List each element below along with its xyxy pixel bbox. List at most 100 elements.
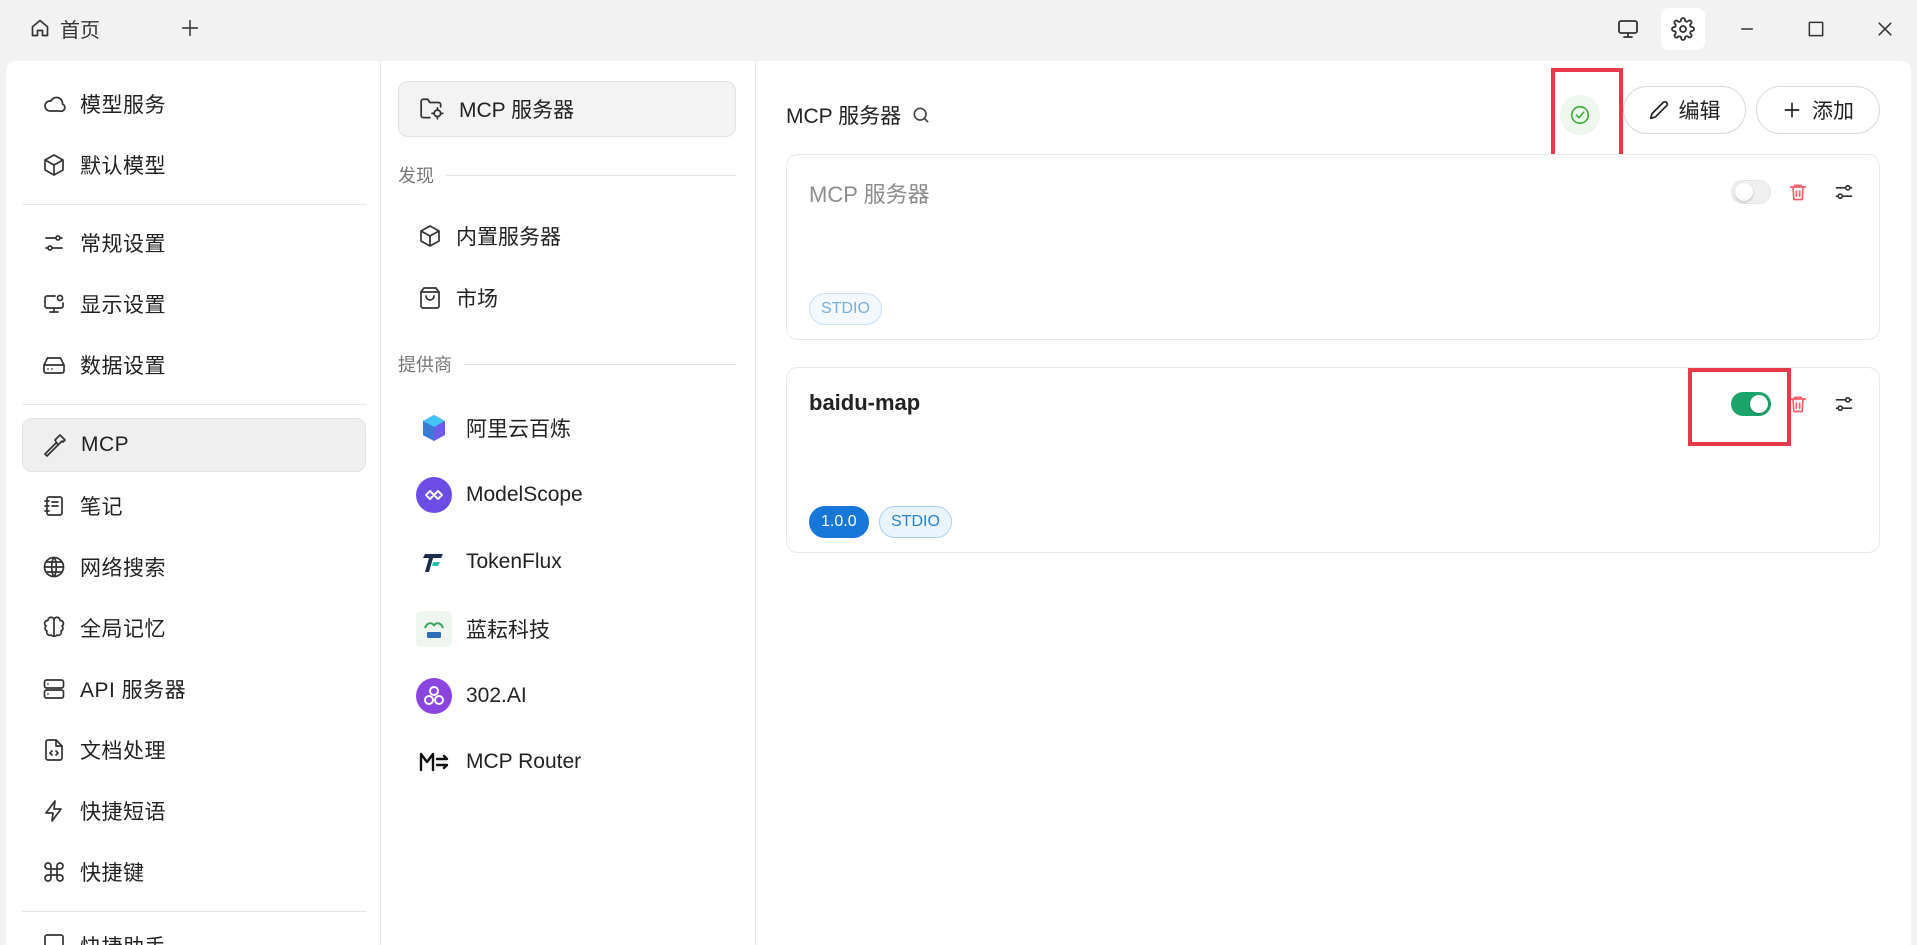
modelscope-logo-icon xyxy=(416,477,452,513)
sidebar-item-notes[interactable]: 笔记 xyxy=(22,479,366,533)
sidebar-item-label: 常规设置 xyxy=(80,233,166,256)
sidebar-item-label: 数据设置 xyxy=(80,355,166,378)
delete-server-button[interactable] xyxy=(1784,178,1812,206)
assistant-icon xyxy=(42,931,66,945)
server-card[interactable]: MCP 服务器 STDIO xyxy=(786,154,1880,340)
maximize-icon xyxy=(1806,19,1826,39)
hard-drive-icon xyxy=(42,353,66,377)
sliders-icon xyxy=(42,231,66,255)
maximize-button[interactable] xyxy=(1794,8,1838,50)
sidebar-item-label: 快捷助手 xyxy=(80,931,166,945)
market-item[interactable]: 市场 xyxy=(418,274,498,322)
sidebar-item-label: 快捷键 xyxy=(80,862,145,885)
server-enable-toggle[interactable] xyxy=(1731,180,1771,204)
search-icon[interactable] xyxy=(911,105,931,125)
cloud-icon xyxy=(42,92,66,116)
settings-sidebar: 模型服务 默认模型 常规设置 显示设置 数据设置 MCP 笔记 网络搜索 全局记… xyxy=(6,61,381,945)
sidebar-item-display[interactable]: 显示设置 xyxy=(22,277,366,331)
trash-icon xyxy=(1788,394,1808,414)
sidebar-item-web-search[interactable]: 网络搜索 xyxy=(22,540,366,594)
provider-lanyun[interactable]: 蓝耘科技 xyxy=(416,605,550,653)
transport-tag: STDIO xyxy=(879,506,952,538)
plus-icon xyxy=(1782,100,1802,120)
mcp-servers-nav-item[interactable]: MCP 服务器 xyxy=(398,81,736,137)
mcp-router-logo-icon xyxy=(416,744,452,780)
mcp-servers-nav-label: MCP 服务器 xyxy=(459,99,575,122)
shopping-bag-icon xyxy=(418,286,442,310)
server-settings-button[interactable] xyxy=(1830,390,1858,418)
sidebar-item-shortcuts[interactable]: 快捷键 xyxy=(22,845,366,899)
tab-home[interactable]: 首页 xyxy=(30,10,100,46)
sidebar-item-model-service[interactable]: 模型服务 xyxy=(22,77,366,131)
add-label: 添加 xyxy=(1812,100,1854,123)
sidebar-divider xyxy=(22,911,366,912)
minimize-button[interactable] xyxy=(1725,8,1769,50)
sidebar-item-label: API 服务器 xyxy=(80,679,187,702)
sliders-icon xyxy=(1834,394,1854,414)
page-title-label: MCP 服务器 xyxy=(786,105,902,128)
zap-icon xyxy=(42,799,66,823)
sidebar-item-api-server[interactable]: API 服务器 xyxy=(22,662,366,716)
close-icon xyxy=(1875,19,1895,39)
file-code-icon xyxy=(42,738,66,762)
provider-label: ModelScope xyxy=(466,483,583,506)
globe-icon xyxy=(42,555,66,579)
server-settings-button[interactable] xyxy=(1830,178,1858,206)
provider-302ai[interactable]: 302.AI xyxy=(416,672,527,720)
sidebar-item-quick-assistant[interactable]: 快捷助手 xyxy=(22,921,366,945)
sidebar-item-memory[interactable]: 全局记忆 xyxy=(22,601,366,655)
sidebar-item-quick-phrases[interactable]: 快捷短语 xyxy=(22,784,366,838)
sidebar-divider xyxy=(22,204,366,205)
market-label: 市场 xyxy=(456,288,498,311)
builtin-servers-item[interactable]: 内置服务器 xyxy=(418,212,561,260)
transport-tag: STDIO xyxy=(809,293,882,325)
discover-heading-label: 发现 xyxy=(398,166,434,186)
provider-modelscope[interactable]: ModelScope xyxy=(416,471,583,519)
provider-aliyun[interactable]: 阿里云百炼 xyxy=(416,404,571,452)
heading-divider xyxy=(446,174,736,176)
provider-mcp-router[interactable]: MCP Router xyxy=(416,738,581,786)
sidebar-item-data[interactable]: 数据设置 xyxy=(22,338,366,392)
providers-heading: 提供商 xyxy=(398,351,736,377)
trash-icon xyxy=(1788,182,1808,202)
sidebar-item-label: 网络搜索 xyxy=(80,557,166,580)
close-button[interactable] xyxy=(1863,8,1907,50)
edit-button[interactable]: 编辑 xyxy=(1623,86,1746,134)
sidebar-item-label: MCP xyxy=(81,433,130,456)
sidebar-item-mcp[interactable]: MCP xyxy=(22,418,366,472)
plus-icon xyxy=(179,17,201,39)
folder-cog-icon xyxy=(419,96,445,122)
sidebar-item-label: 显示设置 xyxy=(80,294,166,317)
provider-label: 蓝耘科技 xyxy=(466,619,550,642)
sidebar-item-label: 模型服务 xyxy=(80,94,166,117)
page-title: MCP 服务器 xyxy=(786,91,931,139)
notebook-icon xyxy=(42,494,66,518)
sidebar-item-label: 快捷短语 xyxy=(80,801,166,824)
provider-label: TokenFlux xyxy=(466,550,562,573)
builtin-servers-label: 内置服务器 xyxy=(456,226,561,249)
providers-heading-label: 提供商 xyxy=(398,355,452,375)
pencil-icon xyxy=(1649,100,1669,120)
aliyun-logo-icon xyxy=(416,410,452,446)
home-icon xyxy=(30,18,50,38)
new-tab-button[interactable] xyxy=(172,10,208,46)
toggle-knob xyxy=(1735,183,1753,201)
sidebar-item-default-model[interactable]: 默认模型 xyxy=(22,138,366,192)
title-bar: 首页 xyxy=(0,0,1917,56)
settings-button[interactable] xyxy=(1661,8,1705,50)
minimize-icon xyxy=(1737,19,1757,39)
sidebar-item-general[interactable]: 常规设置 xyxy=(22,216,366,270)
add-button[interactable]: 添加 xyxy=(1756,86,1880,134)
mcp-nav-column: MCP 服务器 发现 内置服务器 市场 提供商 阿里云百炼 ModelScope… xyxy=(382,61,756,945)
monitor-button[interactable] xyxy=(1606,8,1650,50)
provider-label: 阿里云百炼 xyxy=(466,418,571,441)
hammer-icon xyxy=(43,433,67,457)
sidebar-item-document[interactable]: 文档处理 xyxy=(22,723,366,777)
302ai-logo-icon xyxy=(416,678,452,714)
monitor-settings-icon xyxy=(42,292,66,316)
tokenflux-logo-icon xyxy=(416,544,452,580)
home-tab-label: 首页 xyxy=(60,19,100,42)
provider-tokenflux[interactable]: TokenFlux xyxy=(416,538,562,586)
cube-icon xyxy=(418,224,442,248)
highlight-box xyxy=(1688,368,1791,446)
